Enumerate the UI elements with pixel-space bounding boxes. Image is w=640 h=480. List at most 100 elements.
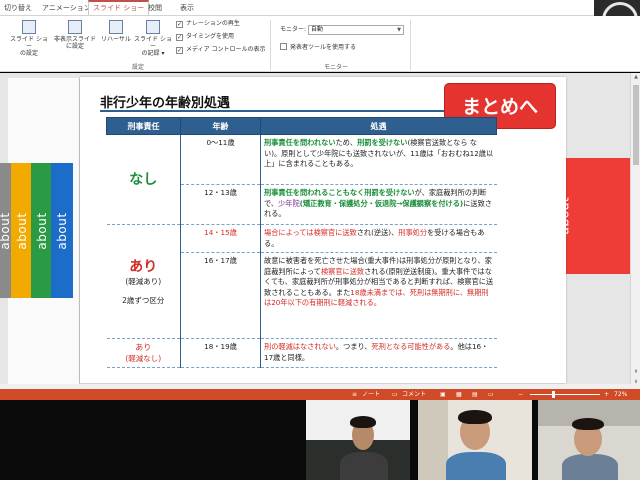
treatment-text: 少年院: [278, 198, 300, 208]
tab-view[interactable]: 表示: [176, 2, 198, 16]
responsibility-none-label: なし: [129, 171, 158, 188]
scroll-up-icon[interactable]: ▲: [632, 74, 640, 80]
play-narrations-checkbox[interactable]: ✓ ナレーションの再生: [176, 20, 240, 28]
play-narrations-label: ナレーションの再生: [186, 20, 240, 27]
ribbon-tab-row: 切り替え アニメーション スライド ショー 校閲 表示: [0, 0, 640, 38]
age-grouping-note: 2歳ずつ区分: [122, 295, 165, 305]
monitor-label: モニター:: [280, 26, 307, 33]
tab-slideshow[interactable]: スライド ショー: [88, 0, 150, 16]
treatment-text: (矯正教育・保護処分・仮退院→保護観察を付ける): [299, 198, 464, 208]
age-cell: 0〜11歳: [180, 134, 261, 185]
background-door: [418, 400, 448, 480]
setup-group-label: 設定: [132, 64, 145, 71]
slideshow-view-icon[interactable]: ▭: [488, 390, 494, 399]
record-slideshow-button[interactable]: スライド ショー の記録 ▾: [134, 20, 172, 57]
person-body: [446, 452, 506, 480]
table-row: なし 0〜11歳 刑事責任を問われないため、刑罰を受けない(検察官送致となら な…: [106, 134, 497, 225]
setup-slideshow-button[interactable]: スライド ショー の設定: [8, 20, 50, 57]
tab-review[interactable]: 校閲: [144, 2, 166, 16]
presenter-view-checkbox[interactable]: 発表者ツールを使用する: [280, 43, 356, 52]
treatment-text: 。つまり、: [335, 342, 372, 351]
about-tab-label: about: [55, 211, 69, 250]
checkbox-mark: ✓: [176, 47, 183, 54]
treatment-text: 刑事責任を問われることもなく刑罰を受けない: [264, 188, 415, 197]
age-cell: 16・17歳: [180, 252, 261, 339]
rehearse-label: リハーサル: [101, 36, 131, 43]
about-tab-blue[interactable]: about: [51, 163, 73, 298]
use-timings-checkbox[interactable]: ✓ タイミングを使用: [176, 33, 234, 41]
previous-slide-icon[interactable]: ⇞: [632, 369, 640, 375]
rehearse-icon: [109, 20, 123, 34]
normal-view-icon[interactable]: ▣: [440, 390, 446, 399]
treatment-text: 場合によっては検察官に送致: [264, 228, 357, 237]
record-label-2: の記録 ▾: [141, 50, 165, 57]
hide-slide-label-1: 非表示スライド: [53, 36, 96, 43]
age-cell: 14・15歳: [180, 224, 261, 253]
hide-slide-button[interactable]: 非表示スライド に設定: [52, 20, 98, 50]
header-treatment: 処遇: [260, 117, 497, 135]
record-label-1: スライド ショー: [134, 36, 172, 50]
treatment-text: 死刑となる可能性がある: [371, 342, 451, 351]
zoom-level[interactable]: 72%: [614, 390, 627, 399]
ribbon: スライド ショー の設定 非表示スライド に設定 リハーサル スライド ショー …: [0, 16, 640, 72]
zoom-out-icon[interactable]: −: [518, 390, 523, 399]
show-media-controls-checkbox[interactable]: ✓ メディア コントロールの表示: [176, 46, 266, 54]
treatment-cell: 故意に被害者を死亡させた場合(重大事件)は刑事処分が原則となり、家庭裁判所によっ…: [260, 252, 497, 339]
person-hair: [458, 410, 492, 424]
participant-video-1[interactable]: [306, 400, 410, 480]
treatment-cell: 場合によっては検察官に送致され(逆送)、刑事処分を受ける場合もある。: [260, 224, 497, 253]
notes-icon[interactable]: ≡: [352, 390, 357, 399]
record-icon: [146, 20, 160, 34]
hide-slide-icon: [68, 20, 82, 34]
slide-title: 非行少年の年齢別処遇: [100, 96, 231, 111]
age-cell: 18・19歳: [180, 338, 261, 368]
treatment-text: 検察官に送致: [320, 266, 365, 276]
person-hair: [350, 416, 376, 428]
treatment-text: 刑罰を受けない: [357, 138, 408, 147]
setup-slideshow-label-2: の設定: [19, 50, 38, 57]
window-corner-ornament: [594, 0, 640, 38]
checkbox-mark: [280, 43, 287, 50]
person-body: [562, 454, 618, 480]
about-tab-green[interactable]: about: [31, 163, 53, 298]
age-cell: 12・13歳: [180, 184, 261, 225]
tab-animations[interactable]: アニメーション: [38, 2, 95, 16]
treatment-cell: 刑事責任を問われることもなく刑罰を受けないが、家庭裁判所の判断で、少年院(矯正教…: [260, 184, 497, 225]
rehearse-timings-button[interactable]: リハーサル: [100, 20, 132, 43]
treatment-text: 刑の軽減はなされない: [264, 342, 336, 351]
responsibility-none-cell: なし: [106, 134, 181, 225]
zoom-slider-thumb[interactable]: [552, 391, 555, 398]
use-timings-label: タイミングを使用: [186, 33, 235, 40]
reduction-note: (軽減あり): [125, 276, 162, 286]
zoom-in-icon[interactable]: +: [604, 390, 609, 399]
treatment-text: 刑事処分: [398, 228, 428, 237]
comments-button[interactable]: コメント: [402, 390, 426, 399]
table-row: あり (軽減あり) 2歳ずつ区分 14・15歳 場合によっては検察官に送致され(…: [106, 224, 497, 339]
scrollbar-thumb[interactable]: [633, 85, 639, 165]
notes-button[interactable]: ノート: [362, 390, 380, 399]
responsibility-yes-label: あり: [129, 258, 158, 275]
slide-sorter-icon[interactable]: ▦: [456, 390, 462, 399]
no-reduction-note: (軽減なし): [125, 354, 162, 363]
responsibility-full-cell: あり (軽減なし): [106, 338, 181, 368]
title-underline: [100, 110, 446, 112]
vertical-scrollbar[interactable]: ▲ ⇞ ⇟: [630, 73, 640, 389]
checkbox-mark: ✓: [176, 21, 183, 28]
reading-view-icon[interactable]: ▤: [472, 390, 478, 399]
comments-icon[interactable]: ▭: [392, 390, 398, 399]
about-tab-yellow[interactable]: about: [11, 163, 33, 298]
setup-slideshow-label-1: スライド ショー: [10, 36, 48, 50]
video-call-strip: [0, 400, 640, 480]
header-age: 年齢: [180, 117, 261, 135]
participant-video-3[interactable]: [538, 400, 640, 480]
treatment-cell: 刑の軽減はなされない。つまり、死刑となる可能性がある。他は16・17歳と同様。: [260, 338, 497, 368]
slide-canvas[interactable]: 非行少年の年齢別処遇 まとめへ 刑事責任 年齢 処遇 なし 0〜11歳 刑事責任…: [80, 77, 566, 383]
tab-transitions[interactable]: 切り替え: [0, 2, 36, 16]
show-media-controls-label: メディア コントロールの表示: [186, 46, 266, 53]
zoom-slider[interactable]: [530, 394, 600, 395]
person-body: [340, 452, 388, 480]
presenter-view-label: 発表者ツールを使用する: [290, 44, 357, 51]
monitor-select[interactable]: 自動 ▼: [308, 25, 404, 35]
participant-video-2[interactable]: [418, 400, 532, 480]
treatment-text: され(逆送)、: [356, 228, 399, 237]
